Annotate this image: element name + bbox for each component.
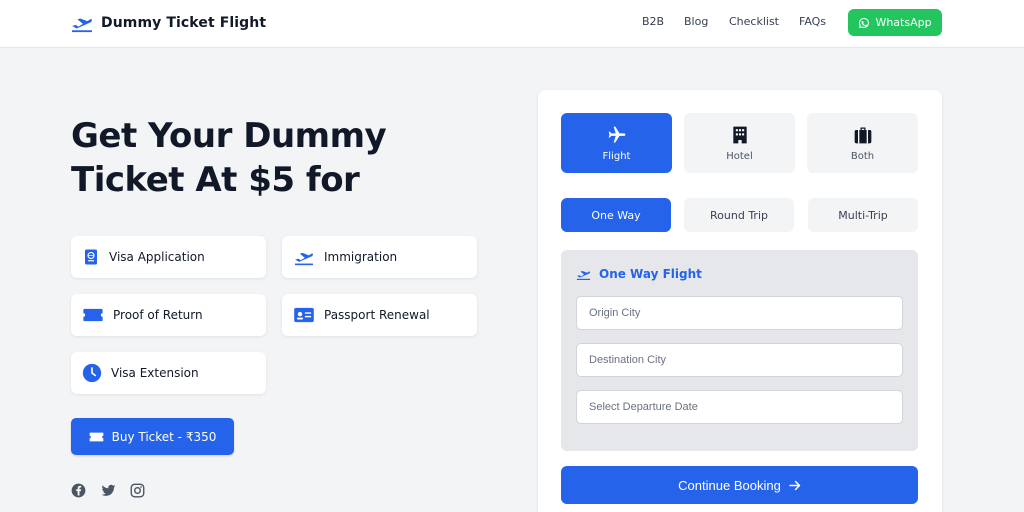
type-both-button[interactable]: Both [807, 113, 918, 173]
nav-checklist[interactable]: Checklist [729, 15, 779, 28]
continue-booking-button[interactable]: Continue Booking [561, 466, 918, 504]
plane-departure-icon [293, 248, 315, 266]
whatsapp-button[interactable]: WhatsApp [848, 9, 942, 36]
clock-icon [82, 363, 102, 383]
feature-label: Visa Application [109, 250, 205, 264]
nav-blog[interactable]: Blog [684, 15, 708, 28]
trip-round-trip-button[interactable]: Round Trip [684, 198, 794, 232]
feature-label: Visa Extension [111, 366, 199, 380]
plane-icon [608, 126, 625, 142]
departure-date-input[interactable] [576, 390, 903, 424]
nav-b2b[interactable]: B2B [642, 15, 664, 28]
trip-one-way-button[interactable]: One Way [561, 198, 671, 232]
brand-logo[interactable]: Dummy Ticket Flight [71, 13, 266, 33]
plane-departure-icon [576, 271, 591, 280]
whatsapp-label: WhatsApp [875, 16, 932, 29]
feature-visa-extension: Visa Extension [71, 352, 266, 394]
site-header: Dummy Ticket Flight B2B Blog Checklist F… [0, 0, 1024, 48]
passport-icon [82, 248, 100, 266]
id-card-icon [293, 306, 315, 324]
form-title: One Way Flight [576, 267, 702, 281]
buy-ticket-button[interactable]: Buy Ticket - ₹350 [71, 418, 234, 455]
feature-label: Proof of Return [113, 308, 203, 322]
type-hotel-label: Hotel [726, 150, 753, 162]
instagram-icon[interactable] [130, 483, 145, 498]
booking-card: Flight Hotel Both One Way Round Trip Mul… [538, 90, 942, 512]
suitcase-icon [854, 127, 871, 143]
hero-title: Get Your Dummy Ticket At $5 for [71, 116, 387, 200]
type-flight-button[interactable]: Flight [561, 113, 672, 173]
flight-form: One Way Flight [561, 250, 918, 451]
feature-label: Immigration [324, 250, 398, 264]
continue-booking-label: Continue Booking [678, 477, 781, 493]
destination-city-input[interactable] [576, 343, 903, 377]
type-flight-label: Flight [602, 150, 631, 162]
type-both-label: Both [850, 150, 875, 162]
origin-city-input[interactable] [576, 296, 903, 330]
feature-proof-of-return: Proof of Return [71, 294, 266, 336]
arrow-right-icon [789, 480, 801, 490]
buy-ticket-label: Buy Ticket - ₹350 [111, 429, 217, 444]
type-hotel-button[interactable]: Hotel [684, 113, 795, 173]
feature-label: Passport Renewal [324, 308, 430, 322]
feature-passport-renewal: Passport Renewal [282, 294, 477, 336]
plane-departure-icon [71, 13, 93, 33]
feature-immigration: Immigration [282, 236, 477, 278]
brand-name: Dummy Ticket Flight [101, 15, 267, 31]
hotel-icon [732, 126, 747, 143]
ticket-icon [89, 432, 103, 441]
form-title-label: One Way Flight [599, 267, 702, 281]
nav-faqs[interactable]: FAQs [799, 15, 826, 28]
whatsapp-icon [859, 17, 870, 28]
twitter-icon[interactable] [101, 483, 116, 498]
trip-multi-trip-button[interactable]: Multi-Trip [808, 198, 918, 232]
ticket-icon [82, 306, 104, 324]
feature-visa-application: Visa Application [71, 236, 266, 278]
facebook-icon[interactable] [71, 483, 86, 498]
